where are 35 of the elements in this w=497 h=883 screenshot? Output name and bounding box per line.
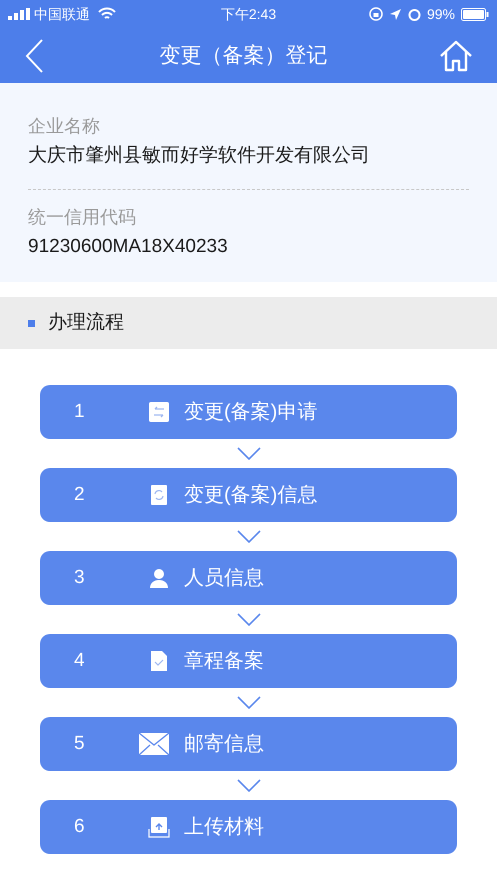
location-icon [388, 8, 402, 20]
step-button[interactable]: 3 人员信息 [40, 551, 457, 605]
signal-icon [8, 8, 30, 20]
status-time: 下午2:43 [220, 4, 276, 24]
wifi-icon [98, 7, 116, 21]
step-button[interactable]: 6 上传材料 [40, 800, 457, 854]
step-button[interactable]: 1 变更(备案)申请 [40, 385, 457, 439]
field-label: 统一信用代码 [28, 206, 137, 229]
chevron-down-icon [236, 779, 260, 792]
person-icon [148, 567, 170, 589]
document-icon [148, 650, 170, 672]
section-title: 办理流程 [48, 310, 124, 335]
home-icon [439, 40, 473, 72]
battery-percent: 99% [426, 4, 455, 24]
step-button[interactable]: 4 章程备案 [40, 634, 457, 688]
carrier-name: 中国联通 [34, 4, 90, 24]
chevron-down-icon [236, 696, 260, 709]
chevron-down-icon [236, 613, 260, 626]
chevron-down-icon [236, 530, 260, 543]
swap-icon [148, 401, 170, 423]
rotation-lock-icon [368, 7, 383, 21]
step-button[interactable]: 5 邮寄信息 [40, 717, 457, 771]
step-button[interactable]: 2 变更(备案)信息 [40, 468, 457, 522]
refresh-icon [148, 484, 170, 506]
field-value: 大庆市肇州县敏而好学软件开发有限公司 [28, 144, 371, 168]
field-label: 企业名称 [28, 115, 101, 138]
envelope-icon [138, 732, 170, 756]
chevron-down-icon [236, 447, 260, 460]
alarm-icon [408, 8, 421, 20]
field-value: 91230600MA18X40233 [28, 235, 229, 259]
back-icon [24, 38, 44, 74]
page-title: 变更（备案）登记 [160, 42, 328, 69]
battery-icon [461, 8, 489, 20]
upload-icon [148, 816, 170, 838]
bullet-icon [28, 320, 35, 326]
